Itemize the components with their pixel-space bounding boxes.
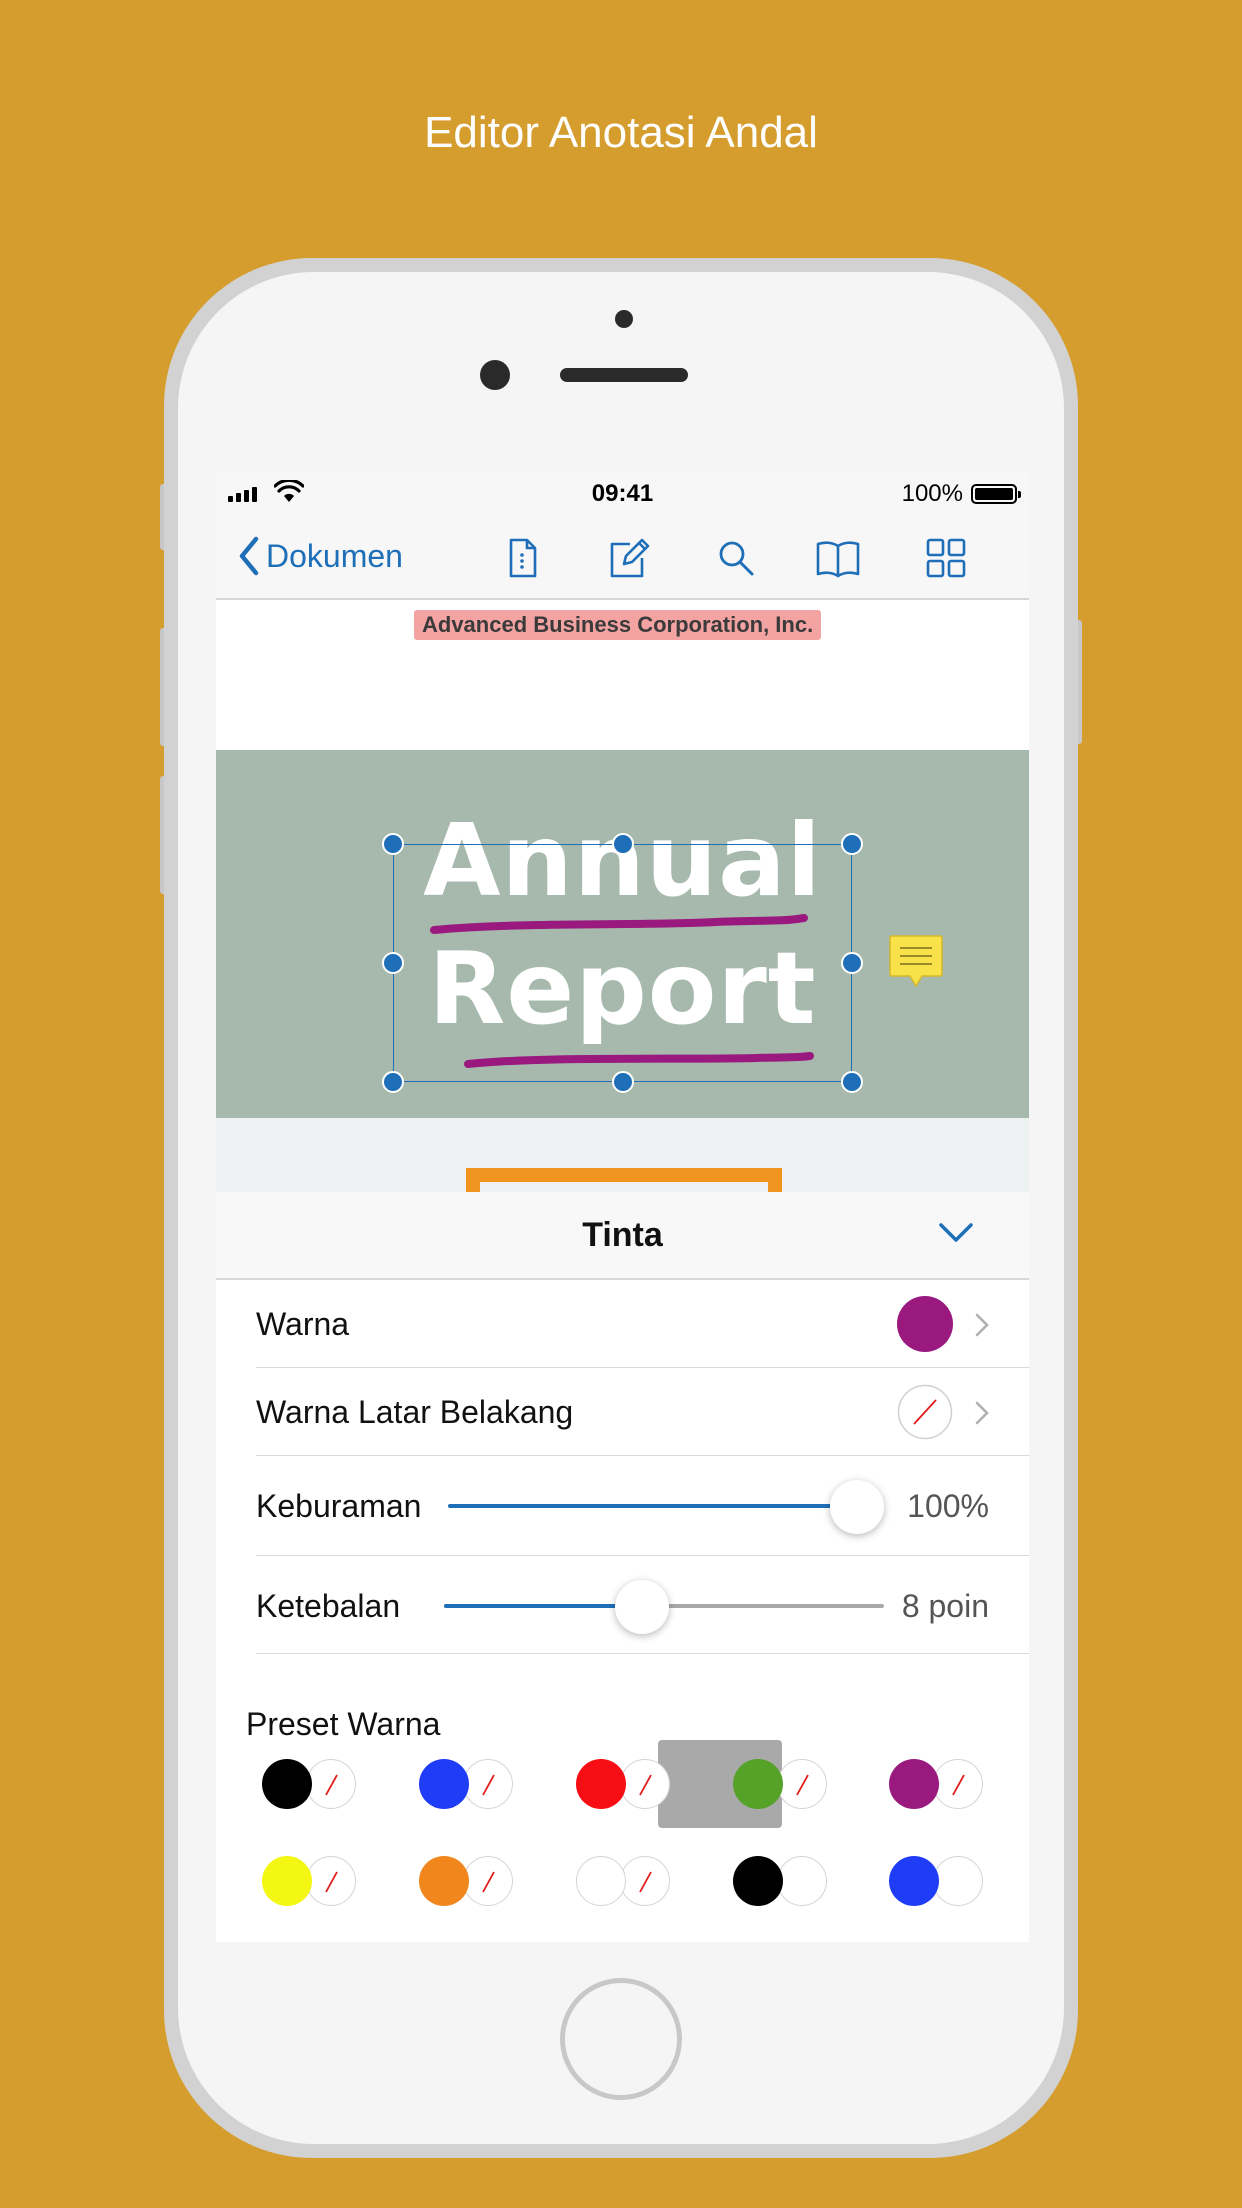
color-preset[interactable] xyxy=(419,1853,515,1909)
opacity-label: Keburaman xyxy=(256,1488,422,1524)
color-preset[interactable] xyxy=(733,1756,829,1812)
preset-stroke-color xyxy=(889,1759,939,1809)
chevron-right-icon xyxy=(975,1313,989,1337)
chevron-down-icon[interactable] xyxy=(938,1222,974,1244)
opacity-slider-track[interactable] xyxy=(448,1504,856,1508)
resize-handle-top-left[interactable] xyxy=(382,833,404,855)
home-button[interactable] xyxy=(560,1978,682,2100)
selection-box xyxy=(393,844,852,1082)
battery-percentage: 100% xyxy=(901,480,963,507)
resize-handle-top[interactable] xyxy=(612,833,634,855)
phone-sensor xyxy=(615,310,633,328)
preset-stroke-color xyxy=(733,1856,783,1906)
color-preset[interactable] xyxy=(733,1853,829,1909)
preset-stroke-color xyxy=(262,1856,312,1906)
preset-stroke-color xyxy=(419,1759,469,1809)
battery-icon xyxy=(971,484,1021,504)
background-color-row[interactable]: Warna Latar Belakang xyxy=(256,1368,1029,1456)
navigation-bar: Dokumen xyxy=(216,516,1029,600)
preset-fill-color xyxy=(306,1856,356,1906)
opacity-slider-knob[interactable] xyxy=(830,1480,884,1534)
ink-inspector-panel: Tinta Warna Warna Latar Belakang Keburam… xyxy=(216,1192,1029,1942)
preset-stroke-color xyxy=(889,1856,939,1906)
opacity-row: Keburaman 100% xyxy=(256,1456,1029,1556)
color-preset[interactable] xyxy=(889,1756,985,1812)
back-button[interactable]: Dokumen xyxy=(238,536,403,576)
preset-stroke-color xyxy=(733,1759,783,1809)
preset-fill-color xyxy=(463,1856,513,1906)
color-label: Warna xyxy=(256,1306,350,1342)
preset-fill-color xyxy=(777,1759,827,1809)
color-preset[interactable] xyxy=(576,1756,672,1812)
thickness-slider-knob[interactable] xyxy=(615,1580,669,1634)
presets-label: Preset Warna xyxy=(246,1706,441,1742)
opacity-value: 100% xyxy=(907,1488,989,1524)
preset-fill-color xyxy=(933,1856,983,1906)
search-icon[interactable] xyxy=(712,534,760,582)
color-preset[interactable] xyxy=(889,1853,985,1909)
app-screen: 09:41 100% Dokumen Advanced Business Cor… xyxy=(216,472,1029,1942)
color-preset[interactable] xyxy=(262,1853,358,1909)
panel-title: Tinta xyxy=(582,1216,663,1254)
color-preset[interactable] xyxy=(419,1756,515,1812)
phone-camera xyxy=(480,360,510,390)
preset-stroke-color xyxy=(576,1856,626,1906)
color-swatch[interactable] xyxy=(897,1296,953,1352)
preset-fill-color xyxy=(463,1759,513,1809)
sticky-note-icon[interactable] xyxy=(888,934,944,994)
thickness-row: Ketebalan 8 poin xyxy=(256,1556,1029,1654)
preset-stroke-color xyxy=(262,1759,312,1809)
grid-icon[interactable] xyxy=(922,534,970,582)
thickness-value: 8 poin xyxy=(901,1588,989,1624)
color-preset[interactable] xyxy=(262,1756,358,1812)
preset-stroke-color xyxy=(419,1856,469,1906)
resize-handle-right[interactable] xyxy=(841,952,863,974)
edit-icon[interactable] xyxy=(604,534,652,582)
document-info-icon[interactable] xyxy=(498,534,546,582)
status-bar: 09:41 100% xyxy=(216,472,1029,516)
thickness-slider-fill xyxy=(444,1604,642,1608)
resize-handle-bottom-right[interactable] xyxy=(841,1071,863,1093)
panel-header: Tinta xyxy=(216,1192,1029,1280)
phone-speaker xyxy=(560,368,688,382)
bookmarks-icon[interactable] xyxy=(814,534,862,582)
preset-stroke-color xyxy=(576,1759,626,1809)
chevron-left-icon xyxy=(239,536,259,576)
back-label: Dokumen xyxy=(266,537,403,574)
promo-headline: Editor Anotasi Andal xyxy=(424,108,818,157)
preset-fill-color xyxy=(306,1759,356,1809)
preset-fill-color xyxy=(620,1856,670,1906)
preset-fill-color xyxy=(777,1856,827,1906)
resize-handle-left[interactable] xyxy=(382,952,404,974)
thickness-label: Ketebalan xyxy=(256,1588,401,1624)
document-page[interactable]: Advanced Business Corporation, Inc. Annu… xyxy=(216,600,1029,1208)
resize-handle-bottom[interactable] xyxy=(612,1071,634,1093)
resize-handle-top-right[interactable] xyxy=(841,833,863,855)
resize-handle-bottom-left[interactable] xyxy=(382,1071,404,1093)
color-preset[interactable] xyxy=(576,1853,672,1909)
preset-fill-color xyxy=(933,1759,983,1809)
preset-fill-color xyxy=(620,1759,670,1809)
chevron-right-icon xyxy=(975,1401,989,1425)
no-color-swatch-icon[interactable] xyxy=(897,1384,953,1440)
background-color-label: Warna Latar Belakang xyxy=(256,1394,574,1430)
color-row[interactable]: Warna xyxy=(256,1280,1029,1368)
